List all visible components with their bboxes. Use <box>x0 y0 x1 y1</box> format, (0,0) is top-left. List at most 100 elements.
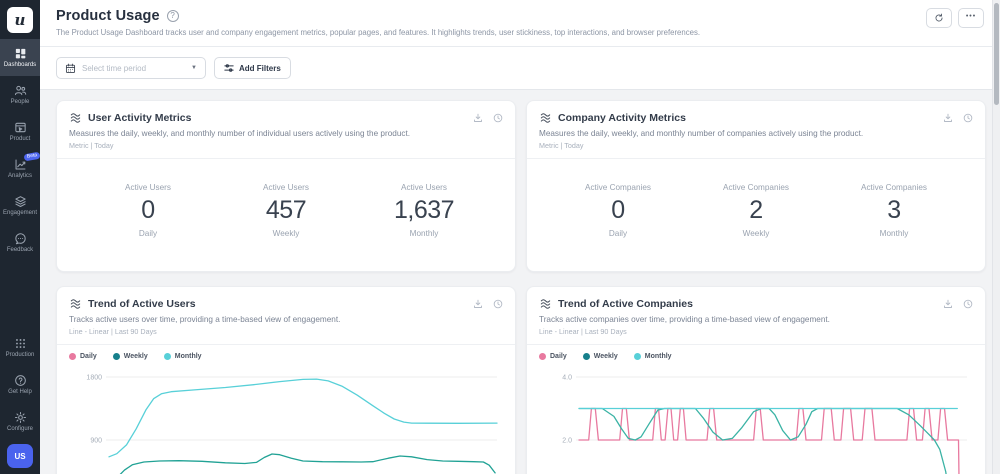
metric-daily: Active Users 0 Daily <box>103 183 193 238</box>
scrollbar-thumb[interactable] <box>994 3 999 105</box>
legend-weekly[interactable]: Weekly <box>113 353 148 360</box>
metric-daily: Active Companies 0 Daily <box>573 183 663 238</box>
time-period-select[interactable]: Select time period ▼ <box>56 57 206 79</box>
legend-marker <box>583 353 590 360</box>
legend-marker <box>539 353 546 360</box>
clock-icon[interactable] <box>493 113 503 123</box>
app-window: u Dashboards People Product Beta Analyti… <box>0 0 1000 474</box>
legend-monthly[interactable]: Monthly <box>634 353 672 360</box>
ellipsis-icon: ••• <box>966 13 976 23</box>
card-description: Measures the daily, weekly, and monthly … <box>69 129 503 138</box>
engagement-icon <box>14 195 27 208</box>
user-avatar[interactable]: US <box>7 444 33 468</box>
svg-text:4.0: 4.0 <box>562 375 572 382</box>
clock-icon[interactable] <box>963 113 973 123</box>
sidebar-item-engagement[interactable]: Engagement <box>0 187 40 224</box>
production-grid-icon <box>14 337 27 350</box>
sidebar-item-product[interactable]: Product <box>0 113 40 150</box>
sidebar-item-label: Feedback <box>7 247 33 253</box>
metric-monthly: Active Users 1,637 Monthly <box>379 183 469 238</box>
sidebar-item-label: Engagement <box>3 210 37 216</box>
beta-badge: Beta <box>23 152 40 162</box>
sidebar-item-feedback[interactable]: Feedback <box>0 224 40 261</box>
legend-marker <box>164 353 171 360</box>
metric-type-icon <box>539 297 552 310</box>
card-meta: Metric | Today <box>69 141 503 150</box>
more-options-button[interactable]: ••• <box>958 8 984 28</box>
metric-value: 1,637 <box>379 196 469 225</box>
dashboards-icon <box>14 47 27 60</box>
sidebar-item-label: Get Help <box>8 389 32 395</box>
sidebar-item-get-help[interactable]: Get Help <box>0 366 40 403</box>
svg-text:900: 900 <box>90 438 102 445</box>
legend-monthly[interactable]: Monthly <box>164 353 202 360</box>
download-icon[interactable] <box>943 113 953 123</box>
card-title: Company Activity Metrics <box>558 112 686 124</box>
sidebar-item-label: Production <box>6 352 35 358</box>
chart-legend: Daily Weekly Monthly <box>539 353 973 360</box>
card-title: User Activity Metrics <box>88 112 192 124</box>
card-description: Tracks active companies over time, provi… <box>539 315 973 324</box>
sidebar-item-analytics[interactable]: Beta Analytics <box>0 150 40 187</box>
sidebar-item-label: Product <box>10 136 31 142</box>
clock-icon[interactable] <box>493 299 503 309</box>
add-filters-button[interactable]: Add Filters <box>214 57 291 79</box>
card-meta: Line - Linear | Last 90 Days <box>539 327 973 336</box>
main-area: Product Usage ? The Product Usage Dashbo… <box>40 0 1000 474</box>
legend-weekly[interactable]: Weekly <box>583 353 618 360</box>
filter-bar: Select time period ▼ Add Filters <box>40 47 1000 90</box>
metric-value: 3 <box>849 196 939 225</box>
help-circle-icon[interactable]: ? <box>167 10 179 22</box>
chart-legend: Daily Weekly Monthly <box>69 353 503 360</box>
sidebar: u Dashboards People Product Beta Analyti… <box>0 0 40 474</box>
card-description: Measures the daily, weekly, and monthly … <box>539 129 973 138</box>
sidebar-item-dashboards[interactable]: Dashboards <box>0 39 40 76</box>
legend-marker <box>634 353 641 360</box>
page-header: Product Usage ? The Product Usage Dashbo… <box>40 0 1000 47</box>
clock-icon[interactable] <box>963 299 973 309</box>
metric-value: 0 <box>573 196 663 225</box>
metric-type-icon <box>69 111 82 124</box>
sidebar-item-label: Analytics <box>8 173 32 179</box>
refresh-button[interactable] <box>926 8 952 28</box>
svg-text:2.0: 2.0 <box>562 438 572 445</box>
page-title: Product Usage <box>56 8 160 24</box>
sidebar-spacer <box>0 261 40 329</box>
sidebar-item-label: Configure <box>7 426 33 432</box>
card-description: Tracks active users over time, providing… <box>69 315 503 324</box>
metric-monthly: Active Companies 3 Monthly <box>849 183 939 238</box>
card-title: Trend of Active Users <box>88 298 196 310</box>
legend-marker <box>113 353 120 360</box>
download-icon[interactable] <box>473 113 483 123</box>
card-trend-active-users: Trend of Active Users Tracks active user… <box>56 286 516 474</box>
line-chart-active-companies: 4.0 2.0 <box>539 364 973 474</box>
download-icon[interactable] <box>943 299 953 309</box>
time-period-placeholder: Select time period <box>82 64 146 73</box>
sidebar-item-configure[interactable]: Configure <box>0 403 40 440</box>
card-meta: Line - Linear | Last 90 Days <box>69 327 503 336</box>
metric-weekly: Active Users 457 Weekly <box>241 183 331 238</box>
divider <box>57 344 515 345</box>
filter-sliders-icon <box>224 63 234 73</box>
metric-type-icon <box>539 111 552 124</box>
userpilot-logo[interactable]: u <box>7 7 33 33</box>
chevron-down-icon: ▼ <box>191 65 197 71</box>
card-title: Trend of Active Companies <box>558 298 693 310</box>
card-user-activity-metrics: User Activity Metrics Measures the daily… <box>56 100 516 272</box>
legend-daily[interactable]: Daily <box>539 353 567 360</box>
help-icon <box>14 374 27 387</box>
card-meta: Metric | Today <box>539 141 973 150</box>
metric-value: 457 <box>241 196 331 225</box>
dashboard-content: User Activity Metrics Measures the daily… <box>40 90 1000 474</box>
download-icon[interactable] <box>473 299 483 309</box>
metric-weekly: Active Companies 2 Weekly <box>711 183 801 238</box>
line-chart-active-users: 1800900 <box>69 364 503 474</box>
card-trend-active-companies: Trend of Active Companies Tracks active … <box>526 286 986 474</box>
add-filters-label: Add Filters <box>239 64 281 73</box>
sidebar-item-production[interactable]: Production <box>0 329 40 366</box>
sidebar-item-people[interactable]: People <box>0 76 40 113</box>
legend-daily[interactable]: Daily <box>69 353 97 360</box>
card-company-activity-metrics: Company Activity Metrics Measures the da… <box>526 100 986 272</box>
feedback-icon <box>14 232 27 245</box>
page-description: The Product Usage Dashboard tracks user … <box>56 28 986 37</box>
